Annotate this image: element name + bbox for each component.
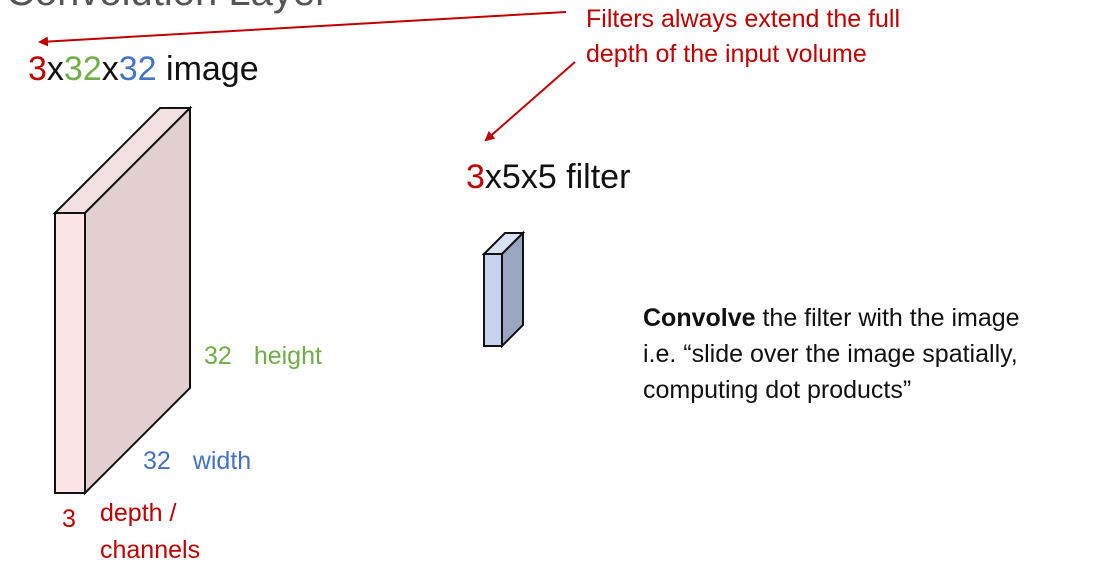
convolve-description: Convolve the filter with the image i.e. … <box>643 300 1020 408</box>
convolve-line-3: computing dot products” <box>643 376 912 404</box>
depth-label: depth / channels <box>100 499 201 564</box>
volume-side-face <box>84 105 191 496</box>
volume-front-face <box>54 212 86 494</box>
filter-front-face <box>483 253 503 347</box>
width-label: width <box>192 447 252 475</box>
convolve-bold: Convolve <box>643 304 756 332</box>
arrow-to-title <box>38 11 567 47</box>
height-label: height <box>253 342 322 370</box>
arrow-to-filter <box>484 61 576 142</box>
convolve-line-2: i.e. “slide over the image spatially, <box>643 340 1018 368</box>
filter-side-face <box>501 230 524 349</box>
convolve-line-1-rest: the filter with the image <box>755 304 1020 332</box>
convolve-line-1: Convolve the filter with the image <box>643 300 1020 336</box>
height-dimension-label: 32 height <box>204 342 322 371</box>
height-value: 32 <box>204 342 232 370</box>
width-value: 32 <box>143 447 171 475</box>
diagram-shapes <box>38 11 576 496</box>
depth-value: 3 <box>62 505 76 533</box>
width-dimension-label: 32 width <box>143 447 251 476</box>
